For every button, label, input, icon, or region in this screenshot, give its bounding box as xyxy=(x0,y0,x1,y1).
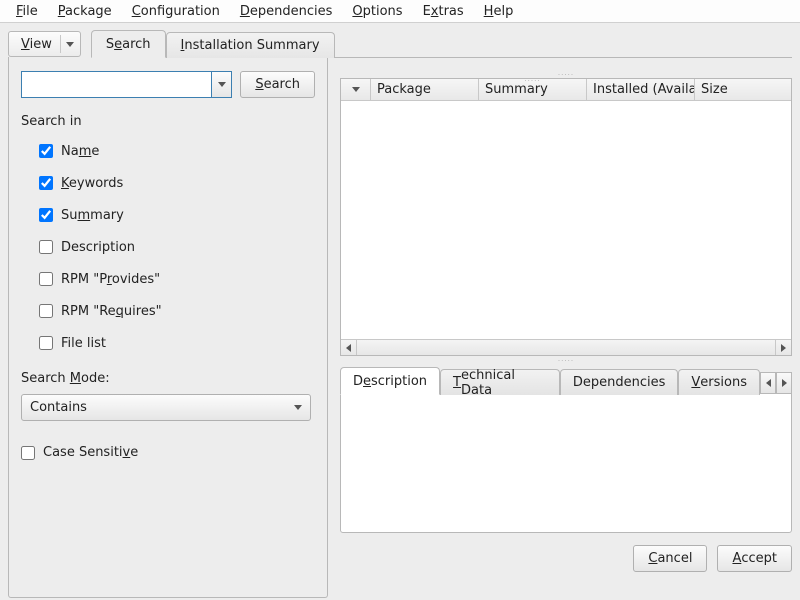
accept-button[interactable]: Accept xyxy=(717,545,792,572)
menu-package-rest: ackage xyxy=(65,4,112,19)
scroll-right-button[interactable] xyxy=(775,340,791,355)
check-keywords[interactable] xyxy=(39,176,53,190)
tab-scroll-left[interactable] xyxy=(760,372,776,394)
chevron-right-icon xyxy=(781,344,786,352)
check-description[interactable] xyxy=(39,240,53,254)
detail-body[interactable] xyxy=(340,393,792,533)
check-provides[interactable] xyxy=(39,272,53,286)
check-requires[interactable] xyxy=(39,304,53,318)
table-body[interactable] xyxy=(341,101,791,339)
search-mode-value: Contains xyxy=(30,400,87,415)
table-header: Package Summary····· Installed (Availab … xyxy=(341,79,791,101)
chevron-left-icon xyxy=(766,379,771,387)
tab-installation-summary[interactable]: Installation Summary xyxy=(166,32,335,58)
check-case-sensitive[interactable] xyxy=(21,446,35,460)
chevron-left-icon xyxy=(346,344,351,352)
chevron-down-icon xyxy=(66,42,74,47)
column-status[interactable] xyxy=(341,79,371,100)
horizontal-scrollbar[interactable] xyxy=(341,339,791,355)
menu-package[interactable]: Package xyxy=(48,2,122,21)
check-file-list[interactable] xyxy=(39,336,53,350)
menu-extras[interactable]: Extras xyxy=(413,2,474,21)
search-button[interactable]: Search xyxy=(240,71,315,98)
column-installed[interactable]: Installed (Availab xyxy=(587,79,695,100)
package-table: Package Summary····· Installed (Availab … xyxy=(340,78,792,356)
tab-scroll-right[interactable] xyxy=(776,372,792,394)
dialog-buttons: Cancel Accept xyxy=(340,533,792,576)
tab-toolbar: View Search Installation Summary xyxy=(0,23,800,57)
tab-search[interactable]: Search xyxy=(91,30,166,58)
detail-tabstrip: Description Technical Data Dependencies … xyxy=(340,366,792,394)
menu-dependencies[interactable]: Dependencies xyxy=(230,2,343,21)
check-summary[interactable] xyxy=(39,208,53,222)
results-pane: ····· Package Summary····· Installed (Av… xyxy=(328,58,792,598)
chevron-down-icon xyxy=(294,405,302,410)
splitter-grip-icon[interactable]: ····· xyxy=(340,358,792,364)
column-summary[interactable]: Summary····· xyxy=(479,79,587,100)
search-combo[interactable] xyxy=(21,71,232,98)
search-mode-label: Search Mode: xyxy=(21,371,315,386)
chevron-down-icon xyxy=(218,82,226,87)
menu-options[interactable]: Options xyxy=(342,2,412,21)
scroll-left-button[interactable] xyxy=(341,340,357,355)
cancel-button[interactable]: Cancel xyxy=(633,545,707,572)
scroll-track[interactable] xyxy=(357,340,775,355)
main-tabstrip: Search Installation Summary xyxy=(91,29,335,57)
separator xyxy=(60,35,61,53)
label-description: Description xyxy=(61,240,135,255)
detail-tab-description[interactable]: Description xyxy=(340,367,440,395)
menu-file[interactable]: File xyxy=(6,2,48,21)
search-in-label: Search in xyxy=(21,114,315,129)
search-history-dropdown[interactable] xyxy=(211,72,231,97)
search-panel: Search Search in Name Keywords Summary D… xyxy=(8,57,328,598)
detail-tab-technical[interactable]: Technical Data xyxy=(440,369,560,395)
menu-file-rest: ile xyxy=(23,4,38,19)
check-name[interactable] xyxy=(39,144,53,158)
menubar: File Package Configuration Dependencies … xyxy=(0,0,800,23)
chevron-right-icon xyxy=(782,379,787,387)
grip-icon: ····· xyxy=(524,79,540,84)
view-button[interactable]: View xyxy=(8,31,81,57)
search-mode-select[interactable]: Contains xyxy=(21,394,311,421)
detail-tab-dependencies[interactable]: Dependencies xyxy=(560,369,679,395)
menu-help[interactable]: Help xyxy=(474,2,524,21)
column-size[interactable]: Size xyxy=(695,79,791,100)
menu-configuration[interactable]: Configuration xyxy=(122,2,230,21)
chevron-down-icon xyxy=(352,87,360,92)
column-package[interactable]: Package xyxy=(371,79,479,100)
content-area: Search Search in Name Keywords Summary D… xyxy=(8,57,792,598)
label-file-list: File list xyxy=(61,336,106,351)
detail-tab-versions[interactable]: Versions xyxy=(678,369,760,395)
detail-area: Description Technical Data Dependencies … xyxy=(340,366,792,533)
search-input[interactable] xyxy=(22,72,211,97)
